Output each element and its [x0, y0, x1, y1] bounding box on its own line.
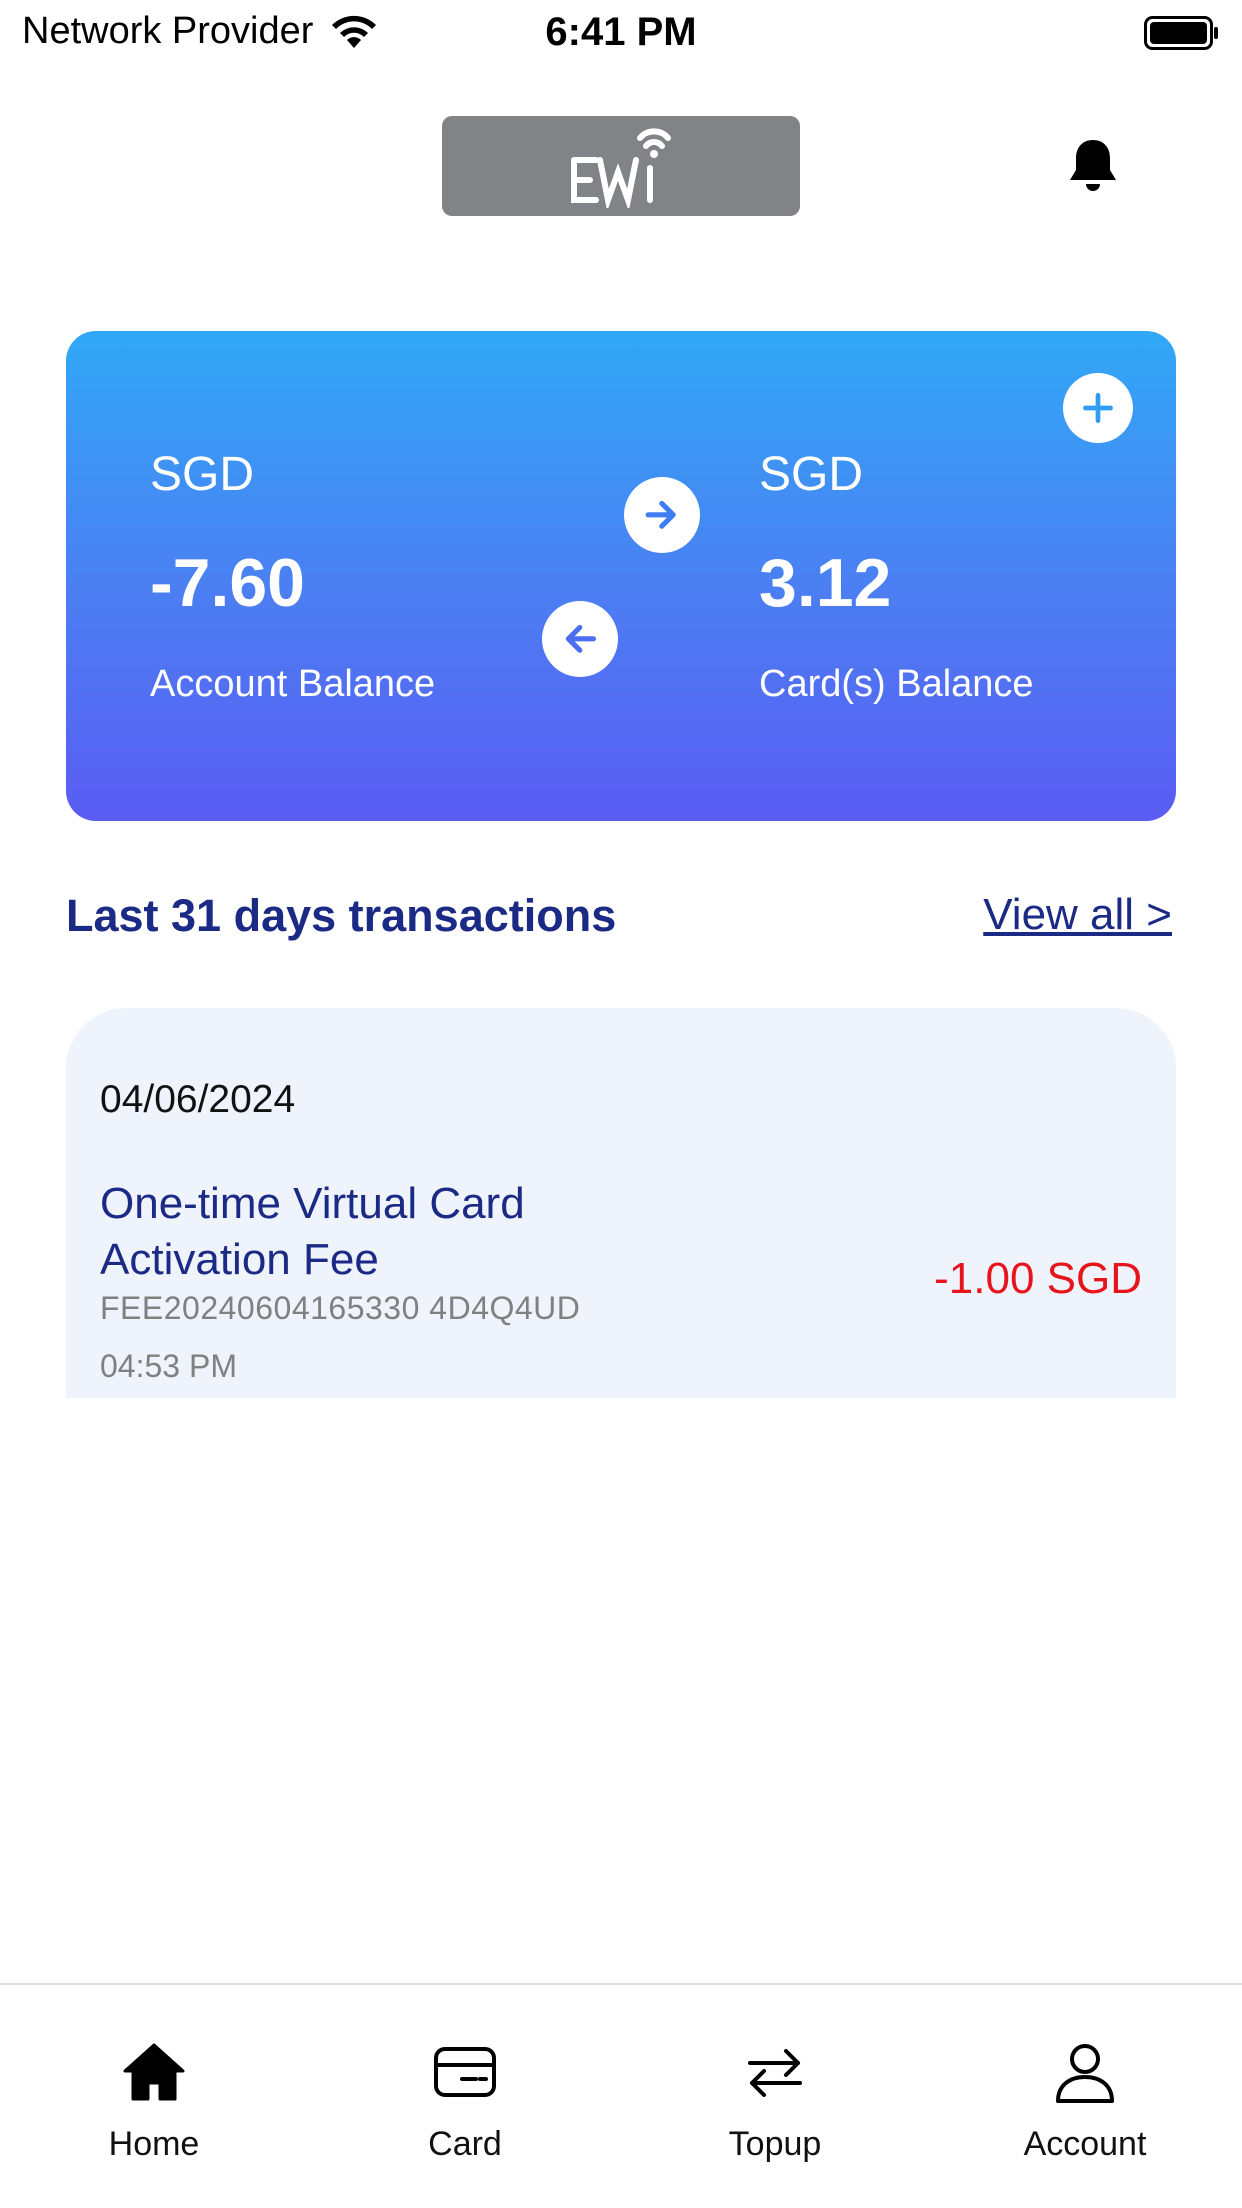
account-currency: SGD [150, 448, 255, 501]
transfer-arrows-icon [748, 2049, 802, 2097]
nav-account-label: Account [1023, 2125, 1147, 2163]
nav-topup[interactable]: Topup [665, 2039, 885, 2164]
balance-card: SGD -7.60 Account Balance SGD 3.12 Card(… [66, 331, 1176, 821]
home-icon [123, 2043, 185, 2101]
card-balance[interactable]: SGD 3.12 Card(s) Balance [759, 448, 1034, 705]
nav-home[interactable]: Home [44, 2039, 264, 2164]
battery-icon [1144, 16, 1218, 50]
account-balance-amount: -7.60 [150, 545, 305, 621]
transaction-date: 04/06/2024 [100, 1078, 296, 1121]
transaction-description: One-time Virtual Card Activation Fee [100, 1179, 525, 1284]
user-icon [1056, 2044, 1114, 2103]
plus-icon [1083, 393, 1113, 423]
card-icon [434, 2047, 496, 2097]
card-currency: SGD [759, 448, 864, 501]
account-balance[interactable]: SGD -7.60 Account Balance [150, 448, 436, 705]
transactions-title: Last 31 days transactions [66, 890, 617, 941]
bottom-nav: Home Card Topup Account [0, 1983, 1242, 2208]
nav-account[interactable]: Account [975, 2039, 1195, 2164]
view-all-link[interactable]: View all > [983, 890, 1172, 940]
nav-card[interactable]: Card [355, 2039, 575, 2164]
app-logo [442, 116, 800, 216]
card-balance-amount: 3.12 [759, 545, 892, 621]
card-balance-label: Card(s) Balance [759, 663, 1034, 705]
bell-icon[interactable] [1066, 136, 1120, 194]
nav-card-label: Card [428, 2125, 502, 2163]
transfer-to-card-button[interactable] [624, 477, 700, 553]
transfer-to-account-button[interactable] [542, 601, 618, 677]
arrow-right-icon [645, 501, 676, 529]
account-balance-label: Account Balance [150, 663, 436, 705]
home-screen: Network Provider 6:41 PM SGD -7.60 Accou… [0, 0, 1242, 2208]
transaction-reference: FEE20240604165330 4D4Q4UD [100, 1290, 581, 1326]
app-logo-icon [571, 128, 671, 208]
status-bar: Network Provider 6:41 PM [0, 0, 1242, 70]
nav-home-label: Home [108, 2125, 200, 2163]
transaction-time: 04:53 PM [100, 1348, 237, 1384]
arrow-left-icon [566, 625, 597, 653]
nav-topup-label: Topup [728, 2125, 822, 2163]
transaction-amount: -1.00 SGD [934, 1254, 1142, 1303]
status-time: 6:41 PM [545, 10, 697, 54]
add-button[interactable] [1063, 373, 1133, 443]
transaction-item[interactable]: 04/06/2024 One-time Virtual Card Activat… [66, 1008, 1176, 1398]
